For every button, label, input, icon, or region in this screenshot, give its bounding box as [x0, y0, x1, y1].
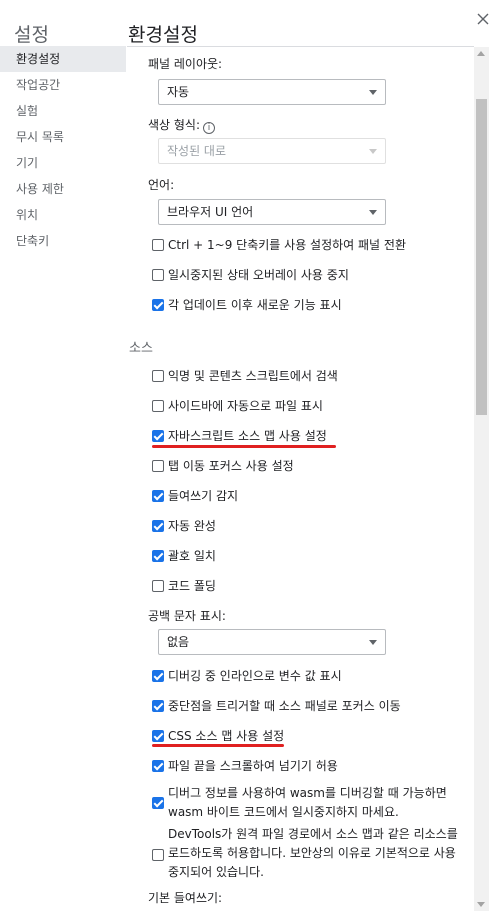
checkbox-label: 자동 완성 [168, 519, 216, 533]
checkbox-box[interactable] [152, 580, 164, 592]
checkbox-box[interactable] [152, 490, 164, 502]
checkbox-label: 중단점을 트리거할 때 소스 패널로 포커스 이동 [168, 699, 401, 713]
default-indentation-label: 기본 들여쓰기: [148, 891, 223, 905]
color-format-label: 색상 형식: i [128, 116, 473, 134]
checkbox-label: 디버깅 중 인라인으로 변수 값 표시 [168, 669, 342, 683]
chevron-down-icon [369, 90, 377, 95]
color-format-value: 작성된 대로 [167, 144, 227, 158]
sidebar-item-locations[interactable]: 위치 [0, 202, 126, 228]
checkbox-label: 일시중지된 상태 오버레이 사용 중지 [168, 268, 349, 282]
sidebar-item-ignore-list[interactable]: 무시 목록 [0, 124, 126, 150]
whitespace-value: 없음 [167, 635, 190, 649]
checkbox-box[interactable] [152, 550, 164, 562]
checkbox-label: 들여쓰기 감지 [168, 489, 239, 503]
info-icon[interactable]: i [203, 122, 216, 134]
checkbox-box[interactable] [152, 269, 164, 281]
checkbox-box[interactable] [152, 700, 164, 712]
close-icon[interactable] [474, 10, 492, 28]
checkbox-box[interactable] [152, 797, 164, 809]
page-title: 환경설정 [128, 24, 198, 46]
sidebar-item-preferences[interactable]: 환경설정 [0, 46, 126, 72]
checkbox-label: 코드 폴딩 [168, 579, 216, 593]
highlight-underline [152, 445, 336, 448]
checkbox-box[interactable] [152, 370, 164, 382]
language-value: 브라우저 UI 언어 [167, 205, 254, 219]
color-format-label-text: 색상 형식: [148, 118, 201, 132]
checkbox-label: 괄호 일치 [168, 549, 216, 563]
checkbox-box[interactable] [152, 239, 164, 251]
checkbox-label: 익명 및 콘텐츠 스크립트에서 검색 [168, 369, 338, 383]
checkbox-label: 사이드바에 자동으로 파일 표시 [168, 399, 323, 413]
checkbox-label: 자바스크립트 소스 맵 사용 설정 [168, 429, 327, 443]
sidebar: 환경설정 작업공간 실험 무시 목록 기기 사용 제한 위치 단축키 [0, 46, 126, 254]
settings-title: 설정 [14, 24, 49, 46]
checkbox-box[interactable] [152, 760, 164, 772]
language-label: 언어: [148, 178, 175, 192]
scroll-up-arrow-icon[interactable] [477, 51, 485, 56]
chevron-down-icon [369, 640, 377, 645]
checkbox-label: 파일 끝을 스크롤하여 넘기기 허용 [168, 759, 338, 773]
highlight-underline [152, 744, 284, 747]
panel-layout-select[interactable]: 자동 [158, 79, 386, 105]
scroll-thumb[interactable] [476, 99, 487, 415]
checkbox-box[interactable] [152, 430, 164, 442]
whitespace-select[interactable]: 없음 [158, 629, 386, 655]
checkbox-label: 탭 이동 포커스 사용 설정 [168, 459, 294, 473]
checkbox-box[interactable] [152, 849, 164, 861]
sidebar-item-workspace[interactable]: 작업공간 [0, 72, 126, 98]
sources-section-title: 소스 [129, 341, 153, 356]
sidebar-item-devices[interactable]: 기기 [0, 150, 126, 176]
sidebar-item-throttling[interactable]: 사용 제한 [0, 176, 126, 202]
panel-layout-label: 패널 레이아웃: [148, 57, 223, 71]
checkbox-box[interactable] [152, 460, 164, 472]
sidebar-item-experiments[interactable]: 실험 [0, 98, 126, 124]
whitespace-label: 공백 문자 표시: [148, 609, 226, 623]
checkbox-label: Ctrl + 1~9 단축키를 사용 설정하여 패널 전환 [168, 238, 406, 252]
sidebar-item-shortcuts[interactable]: 단축키 [0, 228, 126, 254]
checkbox-box[interactable] [152, 670, 164, 682]
checkbox-box[interactable] [152, 299, 164, 311]
chevron-down-icon [369, 149, 377, 154]
scroll-down-arrow-icon[interactable] [477, 902, 485, 907]
checkbox-box[interactable] [152, 400, 164, 412]
scrollbar[interactable] [474, 47, 489, 911]
language-select[interactable]: 브라우저 UI 언어 [158, 199, 386, 225]
checkbox-box[interactable] [152, 520, 164, 532]
panel-layout-value: 자동 [167, 85, 190, 99]
color-format-select: 작성된 대로 [158, 138, 386, 164]
chevron-down-icon [369, 210, 377, 215]
checkbox-label: 각 업데이트 이후 새로운 기능 표시 [168, 298, 342, 312]
checkbox-label: DevTools가 원격 파일 경로에서 소스 맵과 같은 리소스를 로드하도록… [168, 827, 458, 879]
checkbox-box[interactable] [152, 730, 164, 742]
preferences-panel: 패널 레이아웃: 자동 색상 형식: i 작성된 대로 언어: 브라우저 UI 언… [128, 47, 473, 911]
checkbox-label: CSS 소스 맵 사용 설정 [168, 729, 285, 743]
checkbox-label: 디버그 정보를 사용하여 wasm를 디버깅할 때 가능하면 wasm 바이트 … [168, 786, 447, 819]
